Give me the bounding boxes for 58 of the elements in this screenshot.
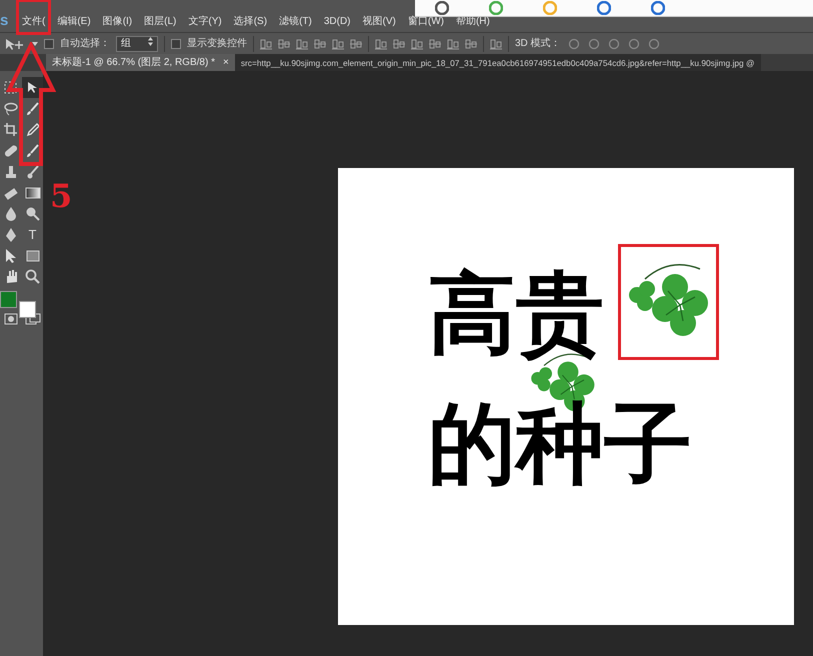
document-tab[interactable]: src=http__ku.90sjimg.com_element_origin_min_pic_18_07_31_791ea0cb616974951edb0c409a754cd6.jpg&refer=http__ku.90sjimg.jpg @ (234, 54, 761, 71)
align-icon[interactable] (393, 38, 405, 50)
step-number: 5 (50, 180, 72, 212)
align-icon[interactable] (447, 38, 459, 50)
align-icon[interactable] (375, 38, 387, 50)
foreground-color-swatch[interactable] (0, 291, 17, 308)
checkbox-label: 自动选择： (60, 36, 110, 51)
marquee-icon[interactable] (2, 80, 18, 96)
align-icon[interactable] (260, 38, 272, 50)
toolbar-icon[interactable] (435, 1, 449, 15)
menu-item[interactable]: 图层(L) (138, 16, 182, 28)
align-icon[interactable] (411, 38, 423, 50)
menu-item[interactable]: 选择(S) (228, 16, 274, 28)
magnifier-icon[interactable] (24, 206, 40, 222)
tab-title: 未标题-1 @ 66.7% (图层 2, RGB/8) * (52, 57, 215, 68)
spinner-icon (148, 36, 153, 46)
group-dropdown[interactable]: 组 (116, 36, 158, 52)
document-tab[interactable]: 未标题-1 @ 66.7% (图层 2, RGB/8) * × (46, 54, 235, 71)
crop-icon[interactable] (2, 122, 18, 138)
text-tool[interactable]: T (28, 224, 36, 244)
checkbox[interactable] (171, 38, 181, 48)
mask-icon[interactable] (4, 312, 18, 324)
menu-item[interactable]: 图像(I) (96, 16, 138, 28)
screen-mode-icon[interactable] (24, 312, 40, 324)
brush-icon[interactable] (24, 164, 40, 180)
zoom-icon[interactable] (24, 268, 40, 284)
background-color-swatch[interactable] (19, 301, 36, 318)
tab-title: src=http__ku.90sjimg.com_element_origin_min_pic_18_07_31_791ea0cb616974951edb0c409a754cd6.jpg&refer=http__ku.90sjimg.jpg @ (240, 58, 755, 68)
align-icon[interactable] (465, 38, 477, 50)
caret-icon[interactable] (32, 42, 38, 46)
rectangle-icon[interactable] (24, 248, 40, 264)
align-icon[interactable] (490, 38, 502, 50)
canvas-text: 的种子 (428, 394, 692, 493)
menu-item[interactable]: 文字(Y) (182, 16, 228, 28)
brush-icon[interactable] (24, 142, 40, 158)
close-icon[interactable]: × (222, 57, 229, 68)
app-logo: s (0, 13, 10, 28)
menu-item[interactable]: 视图(V) (356, 16, 402, 28)
mode-label: 3D 模式： (515, 36, 561, 51)
align-icon[interactable] (296, 38, 308, 50)
menu-item[interactable]: 编辑(E) (51, 16, 97, 28)
brush-icon[interactable] (24, 100, 40, 116)
align-icon[interactable] (429, 38, 441, 50)
checkbox[interactable] (44, 38, 54, 48)
align-icon[interactable] (350, 38, 362, 50)
eyedropper-icon[interactable] (24, 122, 40, 138)
menu-item[interactable]: 滤镜(T) (273, 16, 318, 28)
align-icon[interactable] (314, 38, 326, 50)
gradient-icon[interactable] (24, 184, 40, 200)
menu-item[interactable]: 3D(D) (318, 16, 357, 28)
checkbox-label: 显示变换控件 (187, 36, 247, 51)
toolbar-icon[interactable] (597, 1, 611, 15)
menu-item[interactable]: 窗口(W) (402, 16, 450, 28)
align-icon[interactable] (278, 38, 290, 50)
move-tool-icon[interactable] (4, 36, 26, 50)
lasso-icon[interactable] (2, 100, 18, 116)
align-icon[interactable] (332, 38, 344, 50)
toolbar-icon[interactable] (651, 1, 665, 15)
